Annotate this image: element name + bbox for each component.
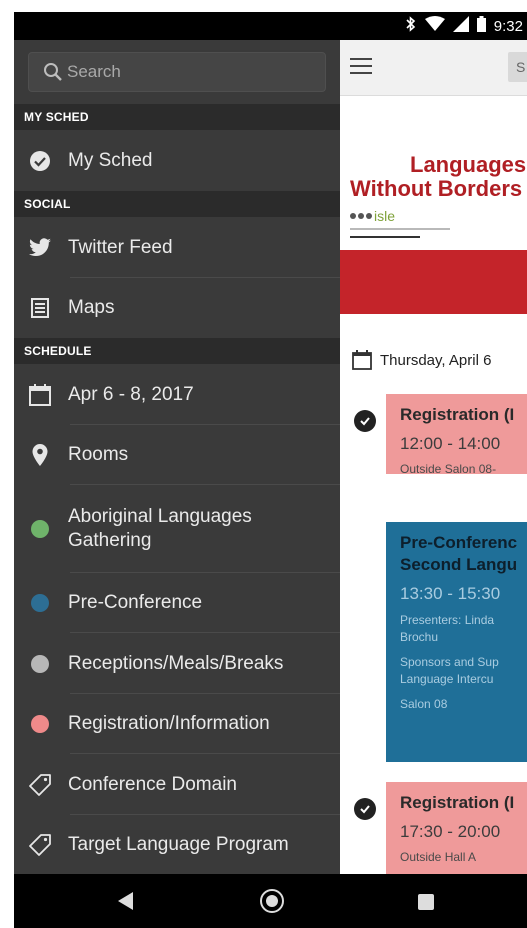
- isle-logo: isle: [350, 208, 395, 224]
- drawer-item-maps[interactable]: Maps: [14, 278, 340, 338]
- drawer-item-conference-domain[interactable]: Conference Domain: [14, 754, 340, 815]
- drawer-item-label: Twitter Feed: [68, 236, 173, 258]
- drawer-item-dates[interactable]: Apr 6 - 8, 2017: [14, 364, 340, 425]
- location-pin-icon: [26, 441, 54, 469]
- day-label: Thursday, April 6: [380, 351, 492, 369]
- session-presenters: Presenters: Linda: [400, 613, 495, 627]
- drawer-item-label: Target Language Program: [68, 834, 289, 855]
- session-time: 17:30 - 20:00: [400, 822, 501, 841]
- bluetooth-icon: [405, 16, 417, 36]
- session-title: Pre-Conferenc: [400, 533, 518, 552]
- drawer-item-aboriginal-languages[interactable]: Aboriginal Languages Gathering: [14, 485, 340, 573]
- session-location: Outside Hall A: [400, 850, 477, 864]
- map-list-icon: [26, 294, 54, 322]
- search-placeholder: Search: [67, 62, 121, 81]
- status-time: 9:32: [493, 17, 523, 35]
- session-sponsors-line2: Language Intercu: [400, 672, 494, 686]
- drawer-item-pre-conference[interactable]: Pre-Conference: [14, 573, 340, 633]
- registration-color-dot: [31, 715, 49, 733]
- home-icon[interactable]: [260, 889, 284, 913]
- banner-title-line2: Without Borders: [350, 176, 523, 201]
- session-time: 13:30 - 15:30: [400, 584, 501, 603]
- drawer-item-label: Conference Domain: [68, 773, 237, 795]
- tag-icon: [26, 831, 54, 859]
- conference-banner: Languages Without Borders isle: [340, 96, 527, 250]
- drawer-item-twitter-feed[interactable]: Twitter Feed: [14, 217, 340, 278]
- battery-icon: [476, 16, 486, 36]
- session-card[interactable]: Registration (I 17:30 - 20:00 Outside Ha…: [386, 782, 527, 874]
- tag-icon: [26, 771, 54, 799]
- wifi-icon: [424, 16, 445, 36]
- drawer-item-label: Receptions/Meals/Breaks: [68, 652, 284, 674]
- drawer-item-label: Aboriginal Languages Gathering: [68, 506, 252, 551]
- menu-icon[interactable]: [350, 58, 372, 79]
- twitter-icon: [26, 234, 54, 262]
- preconference-color-dot: [31, 594, 49, 612]
- section-social: SOCIAL: [14, 191, 340, 217]
- session-card[interactable]: Registration (I 12:00 - 14:00 Outside Sa…: [386, 394, 527, 474]
- session-location: Outside Salon 08-: [400, 462, 497, 474]
- session-title: Registration (I: [400, 793, 515, 812]
- recent-apps-icon[interactable]: [418, 894, 434, 910]
- added-check-icon[interactable]: [354, 798, 376, 820]
- system-nav-bar: [14, 874, 527, 928]
- section-schedule: SCHEDULE: [14, 338, 340, 364]
- session-presenters-line2: Brochu: [400, 630, 439, 644]
- session-time: 12:00 - 14:00: [400, 434, 501, 453]
- search-input[interactable]: Search: [28, 52, 326, 92]
- search-icon: [44, 63, 62, 81]
- aboriginal-color-dot: [31, 520, 49, 538]
- drawer-item-label: Maps: [68, 297, 115, 318]
- status-bar: 9:32: [14, 12, 527, 40]
- signal-icon: [452, 16, 469, 36]
- check-circle-icon: [26, 147, 54, 175]
- session-location: Salon 08: [400, 697, 448, 711]
- drawer-item-label: Apr 6 - 8, 2017: [68, 383, 194, 405]
- drawer-item-label: Pre-Conference: [68, 592, 203, 613]
- drawer-item-rooms[interactable]: Rooms: [14, 425, 340, 485]
- drawer-item-label: My Sched: [68, 149, 153, 171]
- section-my-sched: MY SCHED: [14, 104, 340, 130]
- drawer-item-label: Rooms: [68, 444, 129, 465]
- app-bar: S: [340, 40, 527, 96]
- drawer-item-receptions[interactable]: Receptions/Meals/Breaks: [14, 633, 340, 694]
- banner-red-band: [340, 250, 527, 314]
- search-button[interactable]: S: [508, 52, 527, 82]
- banner-title-line1: Languages: [410, 152, 527, 177]
- calendar-icon: [26, 381, 54, 409]
- back-icon[interactable]: [118, 892, 134, 915]
- receptions-color-dot: [31, 654, 49, 673]
- drawer-item-target-language[interactable]: Target Language Program: [14, 815, 340, 874]
- session-title-line2: Second Langu: [400, 555, 518, 574]
- session-title: Registration (I: [400, 405, 515, 424]
- added-check-icon[interactable]: [354, 410, 376, 432]
- calendar-icon: [352, 350, 372, 370]
- drawer-item-label: Registration/Information: [68, 713, 270, 734]
- drawer-item-my-sched[interactable]: My Sched: [14, 130, 340, 191]
- session-sponsors: Sponsors and Sup: [400, 655, 499, 669]
- navigation-drawer: Search MY SCHED My Sched SOCIAL Twitter …: [14, 40, 340, 874]
- drawer-item-registration[interactable]: Registration/Information: [14, 694, 340, 754]
- main-content: S Languages Without Borders isle Thursda…: [340, 40, 527, 874]
- day-header: Thursday, April 6: [340, 340, 527, 380]
- session-card[interactable]: Pre-Conferenc Second Langu 13:30 - 15:30…: [386, 522, 527, 762]
